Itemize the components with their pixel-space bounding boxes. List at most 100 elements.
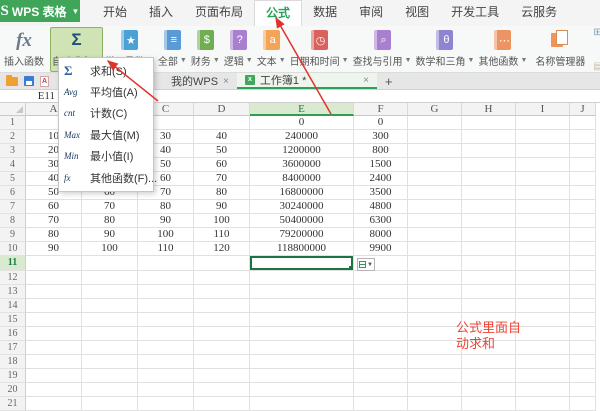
menu-tab-5[interactable]: 数据 [302,0,348,26]
cell-I7[interactable] [516,200,570,214]
row-header-2[interactable]: 2 [0,130,26,144]
cell-A8[interactable]: 70 [26,214,82,228]
cell-E14[interactable] [250,299,354,313]
finance-book-button[interactable]: $财务▼ [189,27,222,72]
cell-B13[interactable] [82,285,138,299]
row-header-4[interactable]: 4 [0,158,26,172]
cell-F15[interactable] [354,313,408,327]
cell-H3[interactable] [462,144,516,158]
cell-C10[interactable]: 110 [138,242,194,256]
text-book-button[interactable]: a文本▼ [255,27,288,72]
cell-G11[interactable] [408,256,462,270]
cell-D14[interactable] [194,299,250,313]
cell-A7[interactable]: 60 [26,200,82,214]
cell-B15[interactable] [82,313,138,327]
cell-E6[interactable]: 16800000 [250,186,354,200]
cell-I12[interactable] [516,271,570,285]
cell-F4[interactable]: 1500 [354,158,408,172]
cell-A14[interactable] [26,299,82,313]
clock-book-button[interactable]: ◷日期和时间▼ [288,27,351,72]
cell-I6[interactable] [516,186,570,200]
cell-I9[interactable] [516,228,570,242]
cell-G13[interactable] [408,285,462,299]
cell-E5[interactable]: 8400000 [250,172,354,186]
cell-E3[interactable]: 1200000 [250,144,354,158]
cell-I5[interactable] [516,172,570,186]
cell-F2[interactable]: 300 [354,130,408,144]
menu-item-fx[interactable]: fx其他函数(F)... [59,167,153,188]
menu-tab-2[interactable]: 插入 [138,0,184,26]
menu-tab-4[interactable]: 公式 [254,0,302,26]
open-folder-icon[interactable] [6,77,18,86]
cell-J17[interactable] [570,341,596,355]
cell-E21[interactable] [250,397,354,411]
cell-F1[interactable]: 0 [354,116,408,130]
menu-tab-8[interactable]: 开发工具 [440,0,510,26]
cell-I10[interactable] [516,242,570,256]
row-header-16[interactable]: 16 [0,327,26,341]
cell-B8[interactable]: 80 [82,214,138,228]
cell-J18[interactable] [570,355,596,369]
cell-G18[interactable] [408,355,462,369]
cell-F19[interactable] [354,369,408,383]
row-header-6[interactable]: 6 [0,186,26,200]
cell-G2[interactable] [408,130,462,144]
row-header-14[interactable]: 14 [0,299,26,313]
export-pdf-icon[interactable]: A [40,76,49,87]
cell-H6[interactable] [462,186,516,200]
column-header-E[interactable]: E [250,103,354,116]
cell-E15[interactable] [250,313,354,327]
cell-E7[interactable]: 30240000 [250,200,354,214]
row-header-10[interactable]: 10 [0,242,26,256]
cell-E11[interactable] [250,256,354,270]
cell-H8[interactable] [462,214,516,228]
cell-B19[interactable] [82,369,138,383]
cell-B18[interactable] [82,355,138,369]
cell-J21[interactable] [570,397,596,411]
cell-C12[interactable] [138,271,194,285]
cell-I1[interactable] [516,116,570,130]
cell-H14[interactable] [462,299,516,313]
cell-E18[interactable] [250,355,354,369]
cell-B16[interactable] [82,327,138,341]
cell-H21[interactable] [462,397,516,411]
row-header-17[interactable]: 17 [0,341,26,355]
row-header-15[interactable]: 15 [0,313,26,327]
lookup-book-button[interactable]: ⌕查找与引用▼ [351,27,414,72]
cell-D1[interactable] [194,116,250,130]
cell-J10[interactable] [570,242,596,256]
row-header-12[interactable]: 12 [0,271,26,285]
cell-H12[interactable] [462,271,516,285]
cell-J15[interactable] [570,313,596,327]
cell-B21[interactable] [82,397,138,411]
cell-H11[interactable] [462,256,516,270]
cell-D15[interactable] [194,313,250,327]
cell-C11[interactable] [138,256,194,270]
assign-button[interactable]: ⊞ 指定 [593,18,600,48]
cell-F6[interactable]: 3500 [354,186,408,200]
document-tab-1[interactable]: 我的WPS× [163,73,237,89]
cell-F5[interactable]: 2400 [354,172,408,186]
cell-C18[interactable] [138,355,194,369]
cell-I8[interactable] [516,214,570,228]
logic-book-button[interactable]: ?逻辑▼ [222,27,255,72]
all-book-button[interactable]: ≡全部▼ [156,27,189,72]
cell-C13[interactable] [138,285,194,299]
select-all-corner[interactable] [0,103,26,116]
cell-A15[interactable] [26,313,82,327]
cell-D7[interactable]: 90 [194,200,250,214]
menu-tab-7[interactable]: 视图 [394,0,440,26]
cell-E2[interactable]: 240000 [250,130,354,144]
cell-J6[interactable] [570,186,596,200]
cell-A18[interactable] [26,355,82,369]
cell-G9[interactable] [408,228,462,242]
cell-J11[interactable] [570,256,596,270]
close-icon[interactable]: × [223,76,229,87]
cell-A12[interactable] [26,271,82,285]
cell-H13[interactable] [462,285,516,299]
cell-G17[interactable] [408,341,462,355]
document-tab-2[interactable]: x工作簿1 *× [237,73,377,89]
cell-C15[interactable] [138,313,194,327]
cell-F16[interactable] [354,327,408,341]
cell-C8[interactable]: 90 [138,214,194,228]
